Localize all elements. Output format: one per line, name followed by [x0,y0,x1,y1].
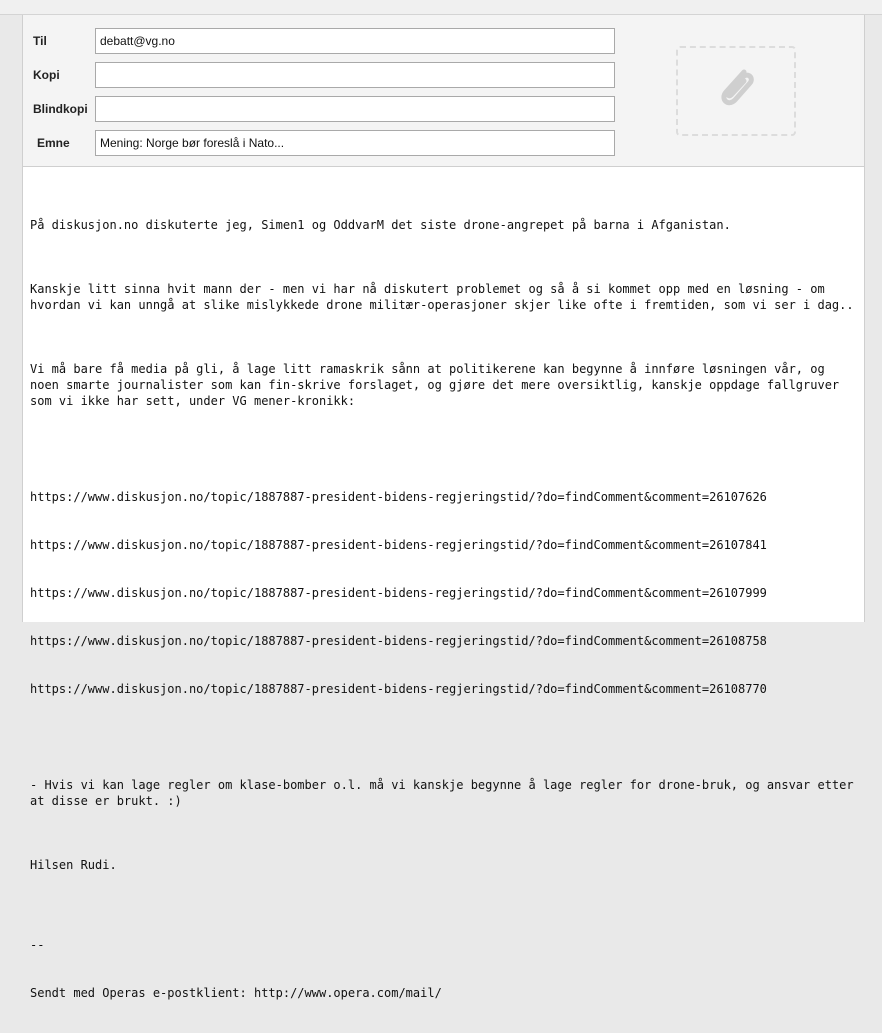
link-text[interactable]: https://www.diskusjon.no/topic/1887887-p… [30,681,858,697]
link-text[interactable]: https://www.diskusjon.no/topic/1887887-p… [30,633,858,649]
signature: Sendt med Operas e-postklient: http://ww… [30,986,442,1000]
greeting: Hilsen Rudi. [30,858,117,872]
bcc-label: Blindkopi [33,102,88,116]
attachment-dropzone[interactable] [676,46,796,136]
link-text[interactable]: https://www.diskusjon.no/topic/1887887-p… [30,585,858,601]
message-paragraph: Kanskje litt sinna hvit mann der - men v… [30,282,854,312]
cc-field[interactable] [95,62,615,88]
top-toolbar [0,0,882,15]
message-paragraph: På diskusjon.no diskuterte jeg, Simen1 o… [30,218,731,232]
bcc-field[interactable] [95,96,615,122]
closing-paragraph: - Hvis vi kan lage regler om klase-bombe… [30,778,861,808]
subject-row: Emne Mening: Norge bør foreslå i Nato... [23,130,643,156]
signature-separator: -- [30,938,45,952]
compose-header: Til debatt@vg.no Kopi Blindkopi Emne Men… [23,15,864,167]
bcc-row: Blindkopi [23,96,643,122]
message-body[interactable]: På diskusjon.no diskuterte jeg, Simen1 o… [30,185,858,1033]
subject-label: Emne [37,136,70,150]
to-field[interactable]: debatt@vg.no [95,28,615,54]
link-text[interactable]: https://www.diskusjon.no/topic/1887887-p… [30,537,858,553]
link-text[interactable]: https://www.diskusjon.no/topic/1887887-p… [30,489,858,505]
to-row: Til debatt@vg.no [23,28,643,54]
to-label: Til [33,34,47,48]
cc-row: Kopi [23,62,643,88]
paperclip-icon [721,69,754,106]
compose-window: Til debatt@vg.no Kopi Blindkopi Emne Men… [22,15,865,1000]
subject-field[interactable]: Mening: Norge bør foreslå i Nato... [95,130,615,156]
link-list: https://www.diskusjon.no/topic/1887887-p… [30,457,858,729]
cc-label: Kopi [33,68,60,82]
message-paragraph: Vi må bare få media på gli, å lage litt … [30,362,847,408]
